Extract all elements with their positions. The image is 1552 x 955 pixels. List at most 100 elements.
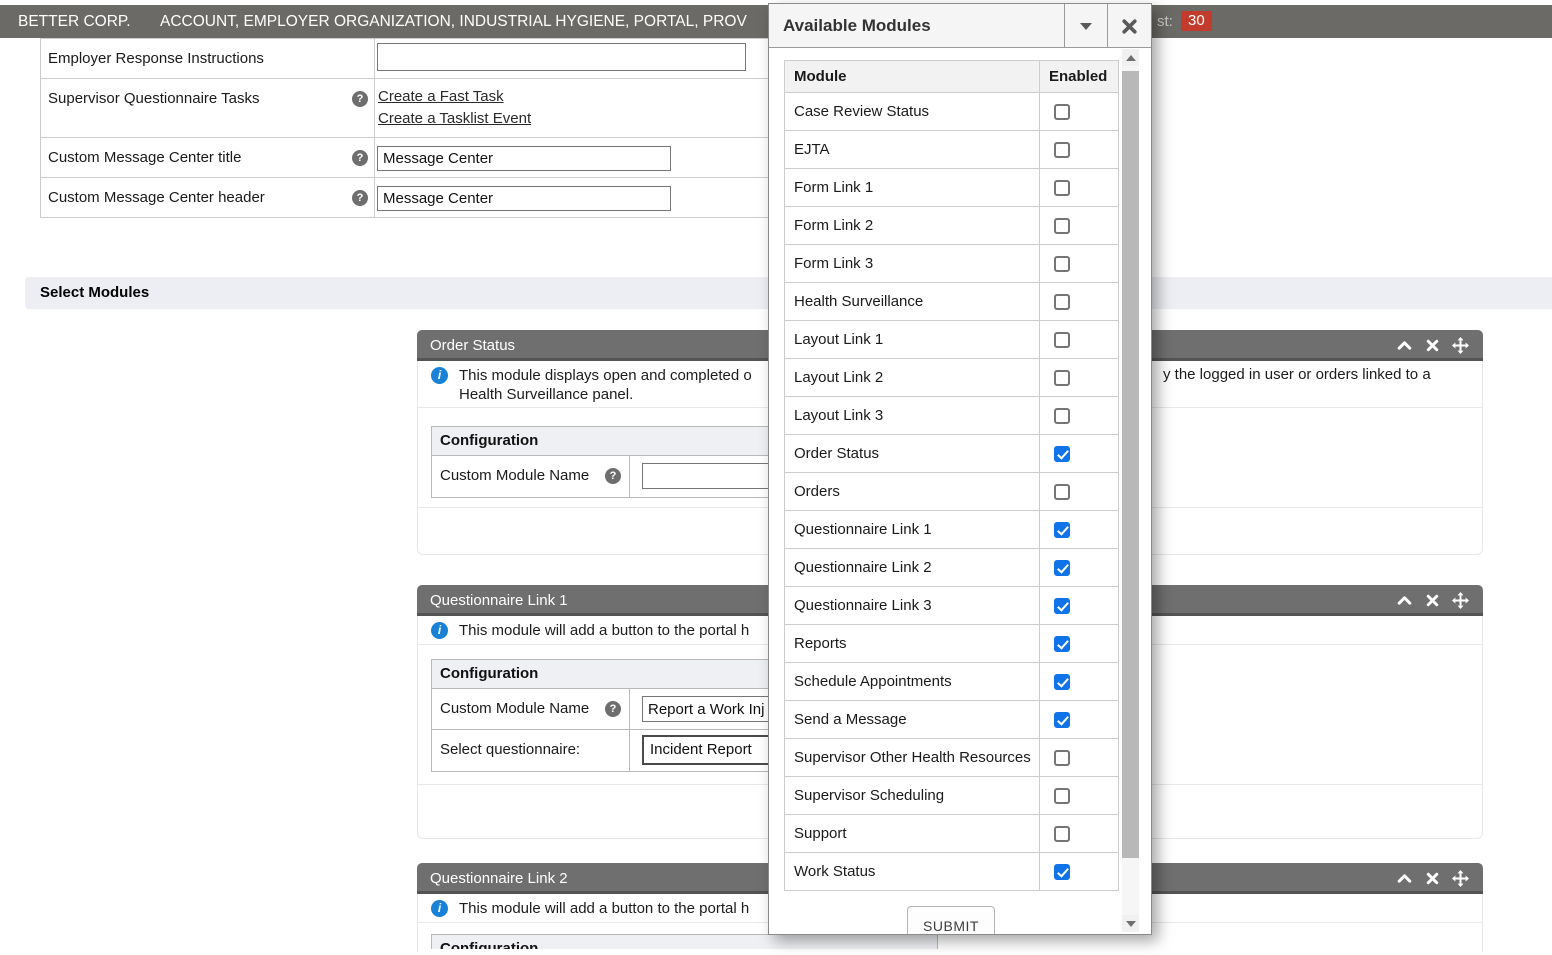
field-label: Employer Response Instructions bbox=[48, 50, 264, 67]
module-row: Order Status bbox=[785, 435, 1119, 473]
scrollbar-up-button[interactable] bbox=[1122, 49, 1139, 66]
section-heading: Select Modules bbox=[40, 277, 149, 309]
module-name: EJTA bbox=[785, 131, 1040, 169]
module-name: Order Status bbox=[785, 435, 1040, 473]
dialog-scrollbar[interactable] bbox=[1122, 49, 1139, 932]
module-enabled-checkbox[interactable] bbox=[1054, 446, 1070, 462]
description-line1: This module displays open and completed … bbox=[459, 366, 752, 385]
config-label: Custom Module Name bbox=[440, 456, 589, 496]
module-enabled-checkbox[interactable] bbox=[1054, 522, 1070, 538]
module-description-continued: y the logged in user or orders linked to… bbox=[1163, 366, 1431, 383]
help-icon[interactable]: ? bbox=[352, 91, 368, 107]
dialog-title: Available Modules bbox=[783, 4, 931, 48]
config-label-cell: Custom Module Name ? bbox=[432, 456, 630, 497]
modules-table: Module Enabled Case Review Status EJTA F… bbox=[784, 60, 1119, 891]
column-header-module: Module bbox=[785, 61, 1040, 93]
module-row: Supervisor Scheduling bbox=[785, 777, 1119, 815]
brand-title: BETTER CORP. bbox=[18, 5, 131, 38]
modules-table-body: Case Review Status EJTA Form Link 1 Form… bbox=[785, 93, 1119, 891]
scrollbar-thumb[interactable] bbox=[1122, 71, 1139, 858]
info-icon: i bbox=[431, 367, 448, 384]
module-name: Schedule Appointments bbox=[785, 663, 1040, 701]
create-fast-task-link[interactable]: Create a Fast Task bbox=[378, 88, 504, 105]
scrollbar-down-button[interactable] bbox=[1122, 915, 1139, 932]
module-name: Send a Message bbox=[785, 701, 1040, 739]
module-row: Work Status bbox=[785, 853, 1119, 891]
module-enabled-checkbox[interactable] bbox=[1054, 826, 1070, 842]
remove-module-icon[interactable] bbox=[1424, 592, 1441, 609]
dialog-header[interactable]: Available Modules bbox=[769, 4, 1151, 48]
module-enabled-checkbox[interactable] bbox=[1054, 370, 1070, 386]
help-icon[interactable]: ? bbox=[605, 468, 621, 484]
count-badge: 30 bbox=[1181, 11, 1212, 31]
panel-title: Questionnaire Link 1 bbox=[430, 585, 568, 616]
message-center-header-input[interactable] bbox=[377, 186, 671, 211]
close-icon bbox=[1121, 18, 1138, 35]
module-name: Layout Link 2 bbox=[785, 359, 1040, 397]
panel-header-icons bbox=[1396, 337, 1469, 354]
submit-button[interactable]: SUBMIT bbox=[907, 906, 995, 935]
module-enabled-checkbox[interactable] bbox=[1054, 750, 1070, 766]
description-line2: Health Surveillance panel. bbox=[459, 385, 752, 404]
module-enabled-checkbox[interactable] bbox=[1054, 864, 1070, 880]
module-row: Health Surveillance bbox=[785, 283, 1119, 321]
column-header-enabled: Enabled bbox=[1040, 61, 1119, 93]
panel-header-icons bbox=[1396, 870, 1469, 887]
remove-module-icon[interactable] bbox=[1424, 337, 1441, 354]
module-row: Layout Link 1 bbox=[785, 321, 1119, 359]
module-row: Layout Link 2 bbox=[785, 359, 1119, 397]
modules-table-header-row: Module Enabled bbox=[785, 61, 1119, 93]
module-name: Layout Link 1 bbox=[785, 321, 1040, 359]
module-enabled-checkbox[interactable] bbox=[1054, 142, 1070, 158]
module-enabled-checkbox[interactable] bbox=[1054, 636, 1070, 652]
panel-title: Questionnaire Link 2 bbox=[430, 863, 568, 894]
info-icon: i bbox=[431, 622, 448, 639]
configuration-table-clipped: Configuration bbox=[431, 934, 938, 949]
message-center-title-input[interactable] bbox=[377, 146, 671, 171]
config-label-cell: Select questionnaire: bbox=[432, 730, 630, 771]
move-module-icon[interactable] bbox=[1452, 592, 1469, 609]
module-name: Supervisor Other Health Resources bbox=[785, 739, 1040, 777]
create-tasklist-event-link[interactable]: Create a Tasklist Event bbox=[378, 110, 531, 127]
move-module-icon[interactable] bbox=[1452, 337, 1469, 354]
breadcrumb-nav[interactable]: ACCOUNT, EMPLOYER ORGANIZATION, INDUSTRI… bbox=[160, 5, 747, 38]
module-enabled-checkbox[interactable] bbox=[1054, 218, 1070, 234]
module-enabled-checkbox[interactable] bbox=[1054, 598, 1070, 614]
help-icon[interactable]: ? bbox=[352, 190, 368, 206]
module-enabled-checkbox[interactable] bbox=[1054, 788, 1070, 804]
employer-response-instructions-input[interactable] bbox=[377, 43, 746, 71]
module-enabled-checkbox[interactable] bbox=[1054, 104, 1070, 120]
module-row: Form Link 2 bbox=[785, 207, 1119, 245]
dialog-close-button[interactable] bbox=[1107, 4, 1151, 48]
module-enabled-checkbox[interactable] bbox=[1054, 674, 1070, 690]
module-name: Case Review Status bbox=[785, 93, 1040, 131]
help-icon[interactable]: ? bbox=[352, 150, 368, 166]
module-row: Case Review Status bbox=[785, 93, 1119, 131]
topbar-right-text: st: bbox=[1157, 5, 1173, 38]
field-label: Supervisor Questionnaire Tasks bbox=[48, 90, 260, 107]
config-label-cell: Custom Module Name ? bbox=[432, 689, 630, 729]
module-name: Health Surveillance bbox=[785, 283, 1040, 321]
available-modules-dialog: Available Modules Module Enabled Case Re… bbox=[768, 3, 1152, 935]
help-icon[interactable]: ? bbox=[605, 701, 621, 717]
move-module-icon[interactable] bbox=[1452, 870, 1469, 887]
module-enabled-checkbox[interactable] bbox=[1054, 408, 1070, 424]
collapse-chevron-icon[interactable] bbox=[1396, 337, 1413, 354]
module-name: Form Link 2 bbox=[785, 207, 1040, 245]
module-enabled-checkbox[interactable] bbox=[1054, 256, 1070, 272]
module-enabled-checkbox[interactable] bbox=[1054, 560, 1070, 576]
module-enabled-checkbox[interactable] bbox=[1054, 712, 1070, 728]
module-enabled-checkbox[interactable] bbox=[1054, 484, 1070, 500]
module-row: Questionnaire Link 2 bbox=[785, 549, 1119, 587]
collapse-chevron-icon[interactable] bbox=[1396, 870, 1413, 887]
module-enabled-checkbox[interactable] bbox=[1054, 332, 1070, 348]
remove-module-icon[interactable] bbox=[1424, 870, 1441, 887]
module-enabled-checkbox[interactable] bbox=[1054, 294, 1070, 310]
dialog-collapse-button[interactable] bbox=[1064, 4, 1107, 48]
module-row: Questionnaire Link 1 bbox=[785, 511, 1119, 549]
page: BETTER CORP. ACCOUNT, EMPLOYER ORGANIZAT… bbox=[0, 0, 1552, 955]
module-enabled-checkbox[interactable] bbox=[1054, 180, 1070, 196]
panel-header-icons bbox=[1396, 592, 1469, 609]
panel-title: Order Status bbox=[430, 330, 515, 361]
collapse-chevron-icon[interactable] bbox=[1396, 592, 1413, 609]
